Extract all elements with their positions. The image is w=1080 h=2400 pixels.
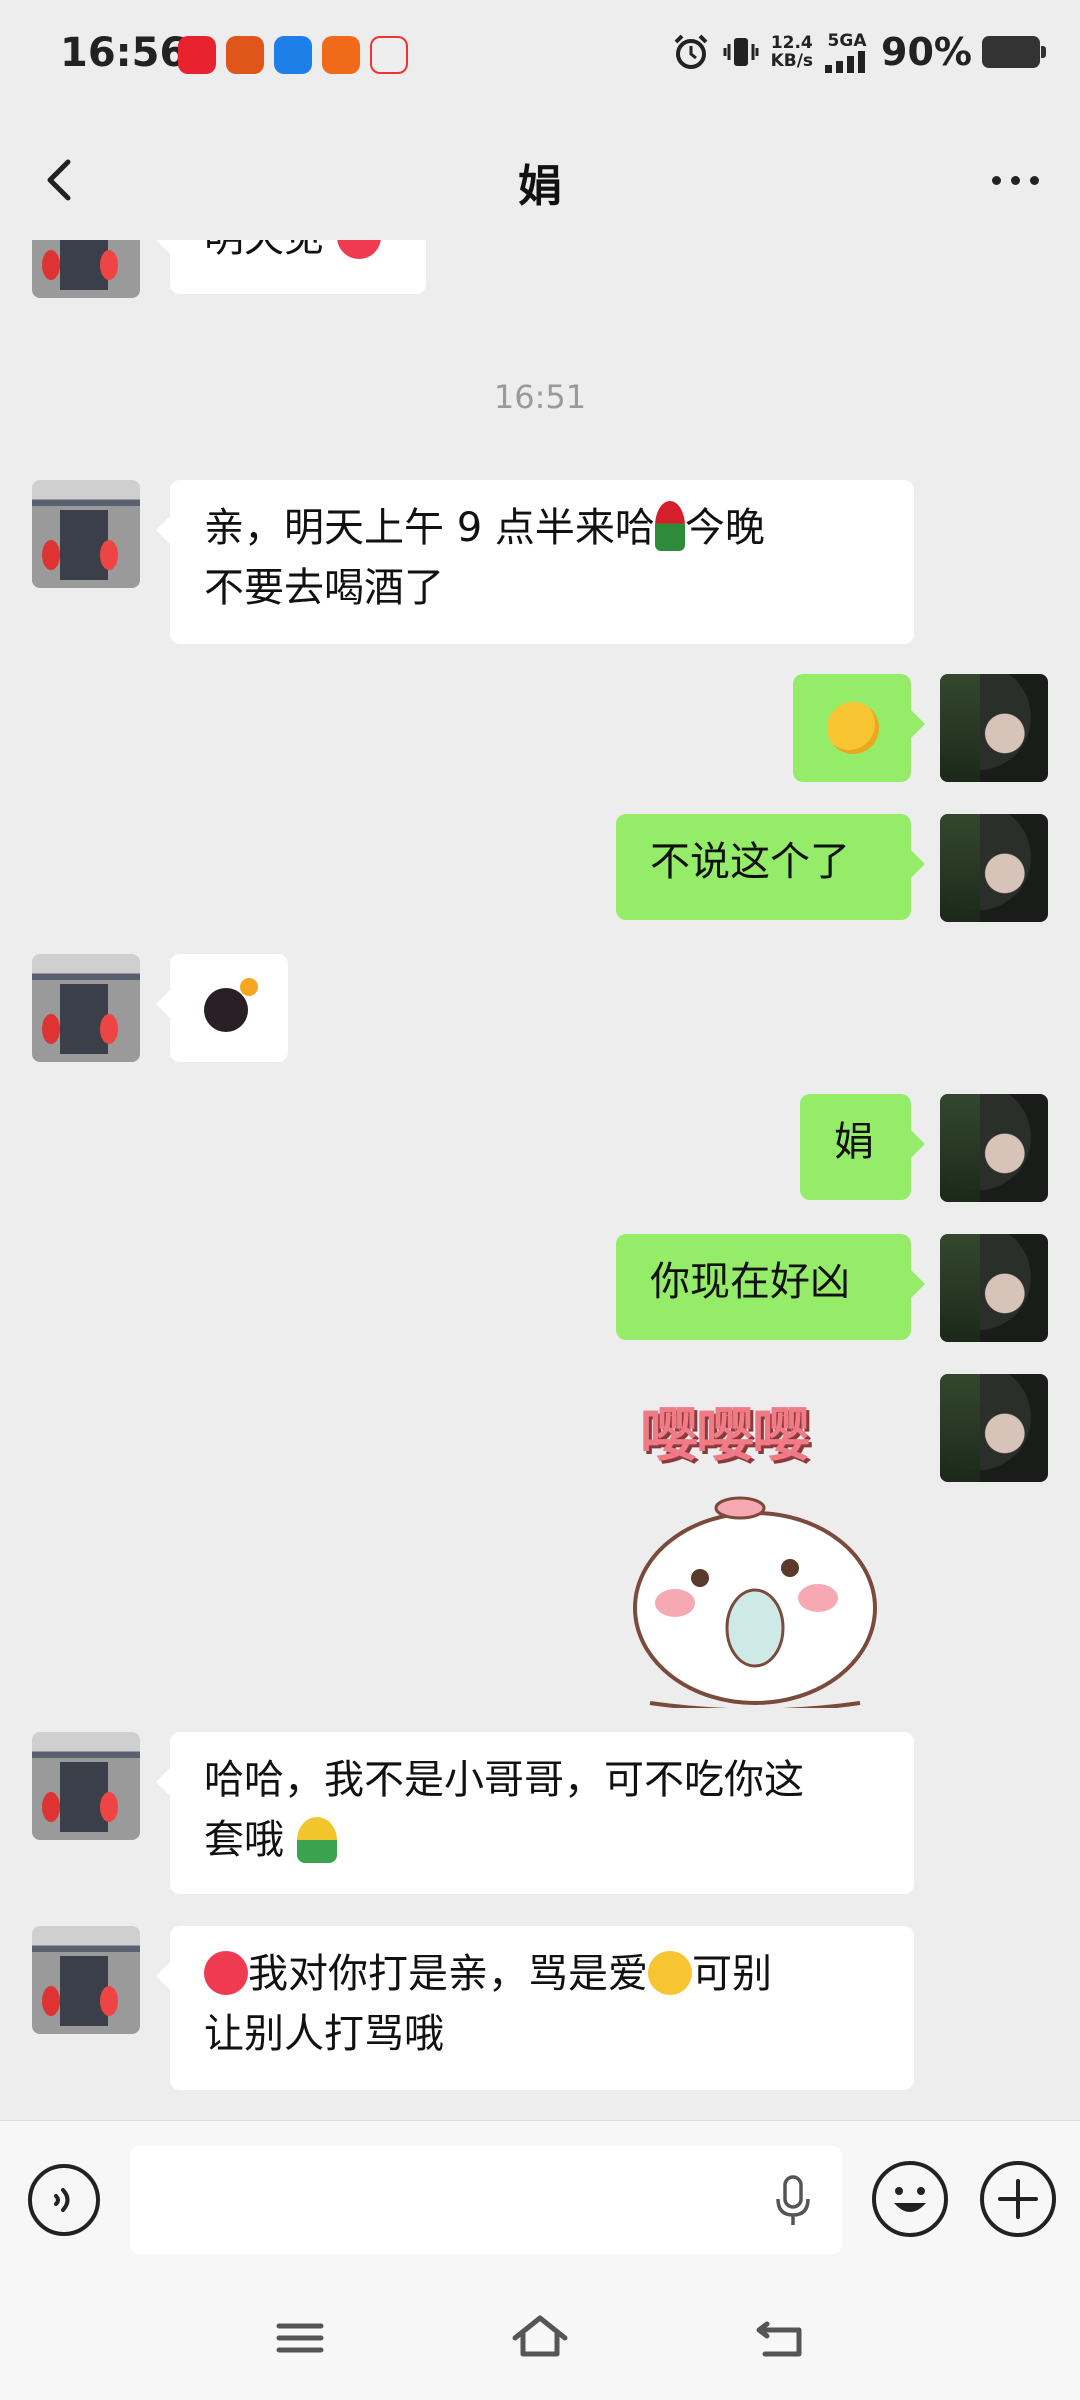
spark-icon xyxy=(240,978,258,996)
app-notification-icon xyxy=(370,36,408,74)
nav-home-button[interactable] xyxy=(505,2308,575,2368)
network-speed-unit: KB/s xyxy=(770,51,814,71)
input-bar xyxy=(0,2120,1080,2281)
heart-emoji-icon xyxy=(336,240,381,259)
message-text: 哈哈，我不是小哥哥，可不吃你这 xyxy=(204,1757,804,1803)
network-type: 5GA xyxy=(827,31,867,51)
message-bubble[interactable] xyxy=(793,674,925,782)
network-speed: 12.4 KB/s xyxy=(771,34,813,70)
signal-icon xyxy=(825,51,866,73)
dot-icon xyxy=(991,175,1001,185)
smiley-icon xyxy=(894,2187,926,2212)
menu-icon xyxy=(276,2323,324,2353)
my-avatar[interactable] xyxy=(940,1374,1048,1482)
sticker-caption: 嘤嘤嘤 xyxy=(640,1401,810,1469)
home-icon xyxy=(512,2315,568,2357)
grin-emoji-icon xyxy=(648,1951,692,1995)
message-text: 今晚 xyxy=(684,505,765,551)
message-bubble[interactable]: 不说这个了 xyxy=(616,814,925,920)
more-button[interactable] xyxy=(980,150,1050,210)
dot-icon xyxy=(1029,175,1039,185)
my-avatar[interactable] xyxy=(940,1234,1048,1342)
chat-title: 娟 xyxy=(518,161,562,212)
battery-icon xyxy=(982,36,1046,68)
message-input[interactable] xyxy=(130,2146,842,2254)
signal-group: 5GA xyxy=(823,31,871,73)
my-avatar[interactable] xyxy=(940,674,1048,782)
app-notification-icon xyxy=(322,36,360,74)
message-text: 不说这个了 xyxy=(650,839,850,885)
chat-header: 娟 xyxy=(0,120,1080,240)
sticker-image[interactable]: 嘤嘤嘤 xyxy=(620,1388,890,1708)
app-notification-icon xyxy=(274,36,312,74)
nav-menu-button[interactable] xyxy=(265,2308,335,2368)
voice-icon xyxy=(54,2188,70,2212)
message-bubble[interactable]: 亲，明天上午 9 点半来哈 今晚 不要去喝酒了 xyxy=(156,480,914,644)
hamster-sticker-icon xyxy=(633,1496,877,1708)
battery-percent: 90% xyxy=(881,30,972,74)
contact-avatar[interactable] xyxy=(32,1732,140,1840)
my-avatar[interactable] xyxy=(940,1094,1048,1202)
contact-avatar[interactable] xyxy=(32,954,140,1062)
message-bubble[interactable]: 娟 xyxy=(800,1094,925,1200)
heart-emoji-icon xyxy=(204,1951,248,1995)
message-text: 不要去喝酒了 xyxy=(204,565,444,611)
contact-avatar[interactable] xyxy=(32,480,140,588)
emoji-button[interactable] xyxy=(872,2161,948,2237)
status-right: 12.4 KB/s 5GA 90% xyxy=(671,30,1046,74)
back-arrow-icon xyxy=(756,2321,802,2357)
vibrate-icon xyxy=(723,38,759,66)
status-bar: 16:56 12.4 KB/s 5GA 90% xyxy=(0,0,1080,110)
message-text: 娟 xyxy=(834,1119,874,1165)
my-avatar[interactable] xyxy=(940,814,1048,922)
nav-back-button[interactable] xyxy=(745,2308,815,2368)
message-bubble[interactable]: 我对你打是亲，骂是爱 可别 让别人打骂哦 xyxy=(156,1926,914,2090)
microphone-icon[interactable] xyxy=(775,2175,811,2227)
person-emoji-icon xyxy=(296,1817,337,1863)
message-text: 套哦 xyxy=(204,1817,284,1863)
alarm-icon xyxy=(674,34,707,69)
more-functions-button[interactable] xyxy=(980,2161,1056,2237)
message-text: 亲，明天上午 9 点半来哈 xyxy=(204,505,655,551)
chat-messages[interactable]: 明天见 16:51 亲，明天上午 9 点半来哈今晚 不要去喝酒了 不说这个了 娟… xyxy=(0,240,1080,2120)
message-text: 可别 xyxy=(692,1951,772,1997)
contact-avatar[interactable] xyxy=(32,240,140,298)
network-speed-value: 12.4 xyxy=(770,33,813,53)
message-bubble[interactable]: 明天见 xyxy=(156,240,426,294)
message-bubble[interactable]: 你现在好凶 xyxy=(616,1234,925,1340)
notification-icons xyxy=(178,36,408,74)
message-text: 你现在好凶 xyxy=(650,1259,850,1305)
message-text: 明天见 xyxy=(204,240,324,261)
dot-icon xyxy=(1010,175,1020,185)
message-text: 我对你打是亲，骂是爱 xyxy=(248,1951,648,1997)
message-timestamp: 16:51 xyxy=(493,378,587,416)
status-time: 16:56 xyxy=(60,30,188,76)
bomb-emoji-icon xyxy=(204,988,248,1032)
voice-toggle-button[interactable] xyxy=(28,2164,100,2236)
rose-emoji-icon xyxy=(654,501,685,551)
plus-icon xyxy=(998,2179,1038,2219)
contact-avatar[interactable] xyxy=(32,1926,140,2034)
app-notification-icon xyxy=(178,36,216,74)
smiley-emoji-icon xyxy=(827,702,879,754)
system-nav-bar xyxy=(0,2280,1080,2400)
message-bubble[interactable]: 哈哈，我不是小哥哥，可不吃你这 套哦 xyxy=(156,1732,914,1894)
message-bubble[interactable] xyxy=(156,954,288,1062)
app-notification-icon xyxy=(226,36,264,74)
message-text: 让别人打骂哦 xyxy=(204,2011,444,2057)
